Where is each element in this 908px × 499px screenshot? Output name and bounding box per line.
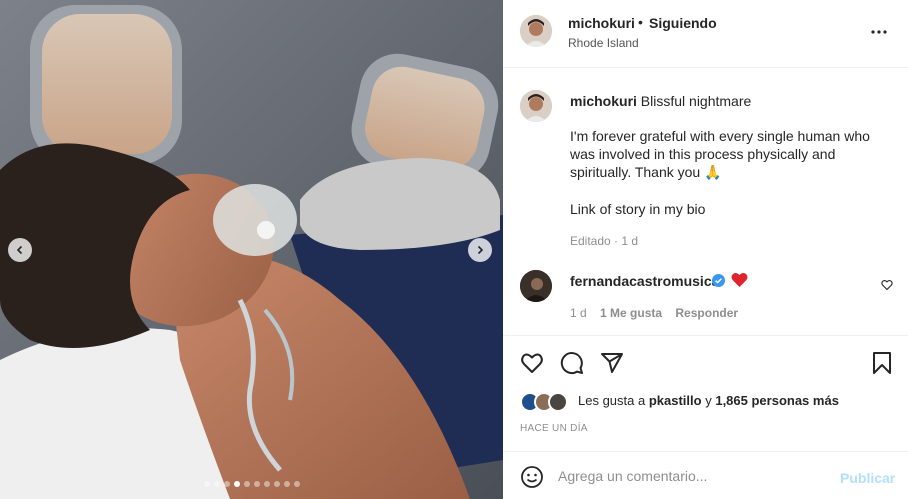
chevron-left-icon	[16, 245, 23, 255]
next-slide-button[interactable]	[468, 238, 492, 262]
comment-likes-count[interactable]: 1 Me gusta	[600, 306, 662, 320]
time-separator: ·	[614, 234, 619, 248]
commenter-username[interactable]: fernandacastromusica	[570, 273, 719, 289]
likes-text: Les gusta a pkastillo y 1,865 personas m…	[578, 393, 839, 408]
chevron-right-icon	[477, 245, 484, 255]
bookmark-icon[interactable]	[871, 351, 893, 375]
post-timestamp[interactable]: HACE UN DÍA	[520, 423, 588, 434]
add-comment-bar: Publicar	[503, 451, 908, 499]
author-avatar[interactable]	[520, 15, 552, 47]
post-photo[interactable]	[0, 0, 503, 499]
likes-summary[interactable]: Les gusta a pkastillo y 1,865 personas m…	[520, 390, 900, 414]
caption-title: Blissful nightmare	[640, 93, 752, 109]
slide-dot	[253, 481, 260, 487]
slide-dot	[273, 481, 280, 487]
comment-icon[interactable]	[560, 351, 584, 375]
verified-badge-icon	[712, 274, 725, 287]
liker-username[interactable]: pkastillo	[649, 393, 702, 408]
commenter-avatar[interactable]	[520, 270, 552, 302]
header-separator: •	[638, 14, 643, 30]
likes-count[interactable]: 1,865 personas más	[715, 393, 839, 408]
reply-button[interactable]: Responder	[675, 306, 738, 320]
slide-dot	[283, 481, 290, 487]
action-bar	[503, 335, 908, 395]
more-horizontal-icon[interactable]	[869, 22, 889, 42]
edited-label: Editado	[570, 234, 611, 248]
likes-prefix: Les gusta a	[578, 393, 646, 408]
caption-author-avatar[interactable]	[520, 90, 552, 122]
comment-input[interactable]	[558, 464, 828, 488]
caption-title-line: michokuri Blissful nightmare	[570, 93, 751, 109]
caption-meta: Editado · 1 d	[570, 234, 638, 248]
slide-dot	[213, 481, 220, 487]
likes-connector: y	[705, 393, 712, 408]
slide-dot	[263, 481, 270, 487]
slide-dot	[223, 481, 230, 487]
caption-username[interactable]: michokuri	[570, 93, 637, 109]
following-button[interactable]: Siguiendo	[649, 15, 717, 31]
caption-age[interactable]: 1 d	[621, 234, 638, 248]
comment-like-icon[interactable]	[881, 279, 893, 291]
slide-dot	[233, 481, 240, 487]
comment-meta: 1 d 1 Me gusta Responder	[570, 306, 748, 320]
emoji-icon[interactable]	[520, 465, 544, 489]
publish-button[interactable]: Publicar	[840, 470, 895, 486]
location-link[interactable]: Rhode Island	[568, 36, 639, 50]
caption-body: I'm forever grateful with every single h…	[570, 128, 870, 180]
previous-slide-button[interactable]	[8, 238, 32, 262]
liker-avatar	[548, 392, 568, 412]
slide-dot	[293, 481, 300, 487]
comment-age[interactable]: 1 d	[570, 306, 587, 320]
paper-plane-icon[interactable]	[600, 351, 624, 375]
hospital-photo	[0, 0, 503, 499]
slide-dot	[243, 481, 250, 487]
post-header: michokuri • Siguiendo Rhode Island	[503, 0, 908, 68]
post-details-panel: michokuri • Siguiendo Rhode Island micho…	[503, 0, 908, 499]
slide-indicator	[0, 481, 503, 487]
caption-bio-note: Link of story in my bio	[570, 201, 706, 217]
author-username[interactable]: michokuri	[568, 15, 635, 31]
heart-outline-icon[interactable]	[520, 351, 544, 375]
red-heart-emoji-icon	[731, 272, 748, 287]
slide-dot	[203, 481, 210, 487]
